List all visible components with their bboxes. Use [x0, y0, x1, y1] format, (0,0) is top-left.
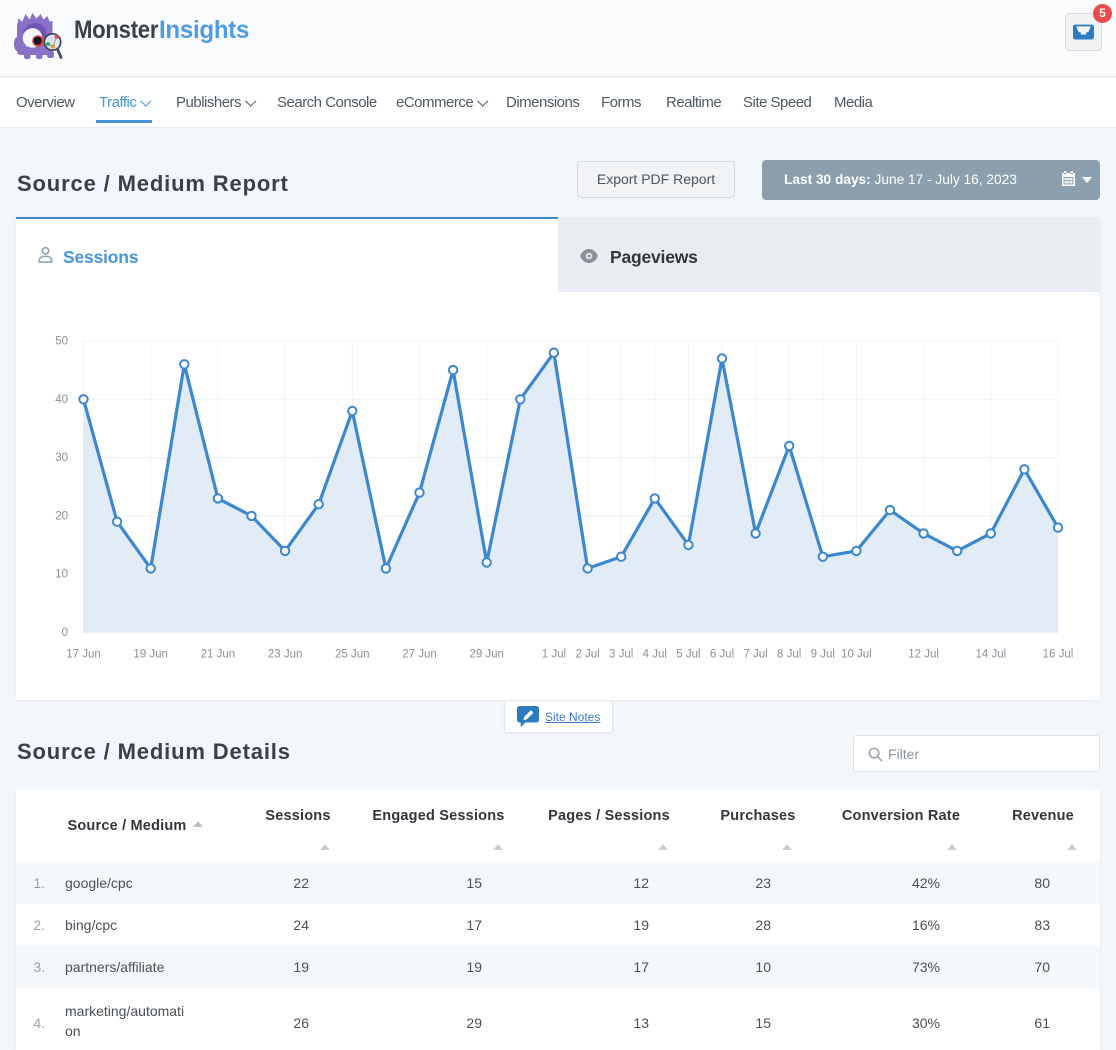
- svg-text:3 Jul: 3 Jul: [609, 649, 633, 661]
- svg-text:16 Jul: 16 Jul: [1043, 649, 1074, 661]
- svg-text:2 Jul: 2 Jul: [575, 649, 599, 661]
- svg-text:20: 20: [55, 510, 68, 522]
- svg-text:50: 50: [55, 336, 68, 348]
- svg-text:6 Jul: 6 Jul: [710, 649, 734, 661]
- svg-text:7 Jul: 7 Jul: [743, 649, 767, 661]
- svg-text:10: 10: [55, 569, 68, 581]
- svg-text:19 Jun: 19 Jun: [133, 649, 168, 661]
- svg-text:23 Jun: 23 Jun: [268, 649, 303, 661]
- svg-text:0: 0: [62, 627, 68, 639]
- svg-text:40: 40: [55, 394, 68, 406]
- svg-text:27 Jun: 27 Jun: [402, 649, 437, 661]
- svg-text:21 Jun: 21 Jun: [201, 649, 236, 661]
- svg-text:9 Jul: 9 Jul: [811, 649, 835, 661]
- svg-text:10 Jul: 10 Jul: [841, 649, 872, 661]
- svg-text:29 Jun: 29 Jun: [469, 649, 504, 661]
- svg-text:25 Jun: 25 Jun: [335, 649, 370, 661]
- svg-text:4 Jul: 4 Jul: [643, 649, 667, 661]
- svg-text:14 Jul: 14 Jul: [975, 649, 1006, 661]
- svg-text:17 Jun: 17 Jun: [66, 649, 101, 661]
- svg-text:12 Jul: 12 Jul: [908, 649, 939, 661]
- svg-text:8 Jul: 8 Jul: [777, 649, 801, 661]
- svg-text:1 Jul: 1 Jul: [542, 649, 566, 661]
- svg-text:30: 30: [55, 452, 68, 464]
- svg-text:5 Jul: 5 Jul: [676, 649, 700, 661]
